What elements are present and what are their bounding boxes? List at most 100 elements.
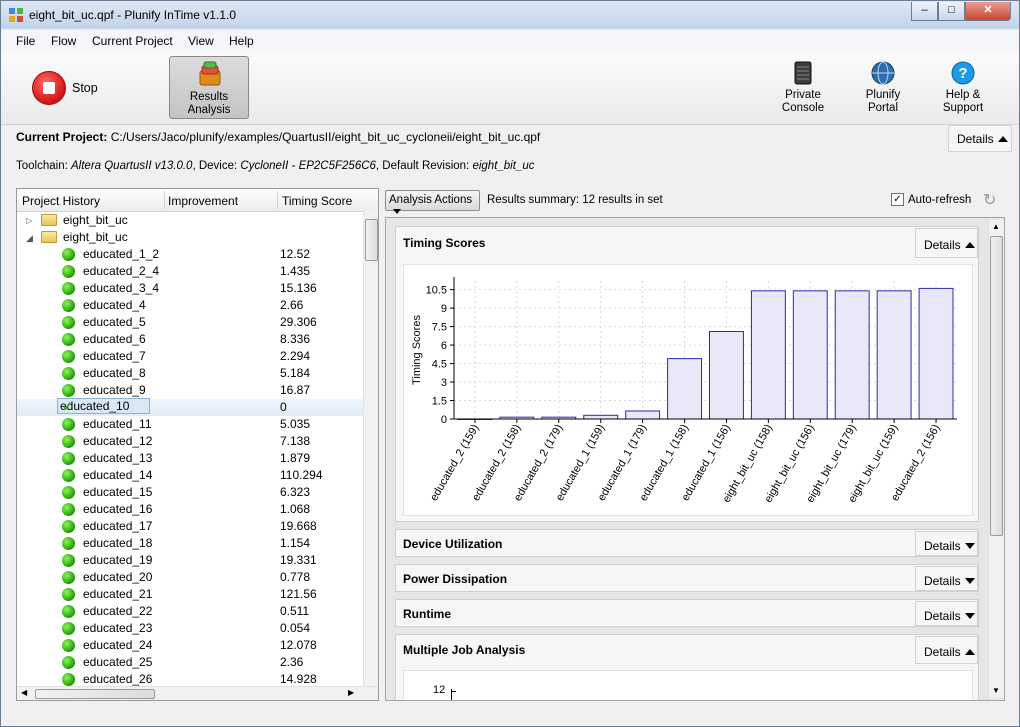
success-status-icon: [62, 503, 75, 516]
runtime-section[interactable]: Runtime Details: [395, 599, 979, 627]
table-row[interactable]: educated_17 19.668: [17, 518, 363, 535]
revision-value: eight_bit_uc: [472, 160, 535, 172]
timing-score-value: 0.054: [280, 621, 311, 635]
expand-arrow-icon[interactable]: ▷: [26, 216, 32, 225]
header-project-history[interactable]: Project History: [22, 194, 100, 208]
scroll-up-icon[interactable]: ▲: [992, 222, 1000, 231]
power-details-button[interactable]: Details: [915, 566, 978, 591]
runtime-details-button[interactable]: Details: [915, 601, 978, 626]
table-row[interactable]: educated_9 16.87: [17, 382, 363, 399]
timing-score-value: 12.52: [280, 247, 311, 261]
device-details-label: Details: [924, 539, 961, 553]
header-timing-score[interactable]: Timing Score: [282, 194, 352, 208]
menu-file[interactable]: File: [16, 34, 35, 48]
table-row[interactable]: educated_19 19.331: [17, 552, 363, 569]
history-horizontal-scrollbar[interactable]: ◀ ▶: [17, 686, 378, 700]
table-row[interactable]: educated_25 2.36: [17, 654, 363, 671]
project-details-label: Details: [957, 132, 994, 146]
table-row[interactable]: educated_16 1.068: [17, 501, 363, 518]
menu-help[interactable]: Help: [229, 34, 254, 48]
table-row[interactable]: educated_24 12.078: [17, 637, 363, 654]
result-name: educated_6: [83, 332, 146, 346]
scroll-down-icon[interactable]: ▼: [992, 686, 1000, 695]
help-icon: ?: [951, 61, 975, 85]
success-status-icon: [62, 520, 75, 533]
table-row[interactable]: educated_3_4 15.136: [17, 280, 363, 297]
globe-icon: [871, 61, 895, 85]
result-name: educated_22: [83, 604, 153, 618]
table-row[interactable]: educated_23 0.054: [17, 620, 363, 637]
table-row[interactable]: educated_21 121.56: [17, 586, 363, 603]
table-row[interactable]: educated_2_4 1.435: [17, 263, 363, 280]
table-row[interactable]: educated_18 1.154: [17, 535, 363, 552]
scroll-right-icon[interactable]: ▶: [348, 688, 354, 697]
bar: [834, 290, 870, 420]
success-status-icon: [62, 622, 75, 635]
table-row[interactable]: educated_22 0.511: [17, 603, 363, 620]
timing-score-value: 14.928: [280, 672, 317, 686]
table-row[interactable]: educated_6 8.336: [17, 331, 363, 348]
timing-score-value: 1.879: [280, 451, 311, 465]
timing-details-button[interactable]: Details: [915, 228, 978, 258]
timing-score-value: 7.138: [280, 434, 311, 448]
table-row[interactable]: educated_12 7.138: [17, 433, 363, 450]
timing-scores-title: Timing Scores: [403, 236, 486, 250]
collapse-arrow-icon[interactable]: ◢: [26, 233, 33, 244]
success-status-icon: [62, 367, 75, 380]
results-toolbar: Analysis Actions Results summary: 12 res…: [385, 189, 1005, 214]
table-row[interactable]: ✓ educated_10 0: [17, 398, 363, 416]
table-row[interactable]: educated_8 5.184: [17, 365, 363, 382]
header-improvement[interactable]: Improvement: [168, 194, 238, 208]
table-row[interactable]: educated_14 110.294: [17, 467, 363, 484]
tree-folder-row[interactable]: ◢ eight_bit_uc: [17, 229, 363, 246]
table-row[interactable]: educated_15 6.323: [17, 484, 363, 501]
device-details-button[interactable]: Details: [915, 531, 978, 556]
tree-folder-row[interactable]: ▷ eight_bit_uc: [17, 212, 363, 229]
private-console-label-1: Private: [785, 89, 821, 101]
history-vertical-scrollbar[interactable]: [363, 211, 378, 686]
power-dissipation-section[interactable]: Power Dissipation Details: [395, 564, 979, 592]
device-utilization-section[interactable]: Device Utilization Details: [395, 529, 979, 557]
title-bar: eight_bit_uc.qpf - Plunify InTime v1.1.0…: [1, 1, 1019, 29]
menu-current-project[interactable]: Current Project: [92, 34, 173, 48]
menu-view[interactable]: View: [188, 34, 214, 48]
result-name: educated_17: [83, 519, 153, 533]
multi-details-button[interactable]: Details: [915, 636, 978, 664]
stop-button[interactable]: Stop: [72, 82, 98, 95]
refresh-icon[interactable]: ↻: [983, 190, 996, 210]
result-name: educated_4: [83, 298, 146, 312]
y-tick-label: 1.5: [432, 396, 447, 408]
app-logo-icon: [9, 8, 23, 22]
scrollbar-thumb[interactable]: [365, 219, 378, 261]
table-row[interactable]: educated_13 1.879: [17, 450, 363, 467]
power-details-label: Details: [924, 574, 961, 588]
stop-icon[interactable]: [32, 71, 66, 105]
results-analysis-button[interactable]: Results Analysis: [169, 56, 249, 119]
table-row[interactable]: educated_5 29.306: [17, 314, 363, 331]
table-row[interactable]: educated_20 0.778: [17, 569, 363, 586]
maximize-button[interactable]: □: [938, 2, 965, 21]
timing-score-value: 1.068: [280, 502, 311, 516]
help-support-button[interactable]: ? Help & Support: [933, 61, 993, 115]
menu-flow[interactable]: Flow: [51, 34, 76, 48]
scroll-left-icon[interactable]: ◀: [21, 688, 27, 697]
close-button[interactable]: ✕: [965, 2, 1011, 21]
table-row[interactable]: educated_11 5.035: [17, 416, 363, 433]
table-row[interactable]: educated_4 2.66: [17, 297, 363, 314]
result-name: educated_3_4: [83, 281, 160, 295]
table-row[interactable]: educated_7 2.294: [17, 348, 363, 365]
table-row[interactable]: educated_1_2 12.52: [17, 246, 363, 263]
scrollbar-thumb[interactable]: [990, 236, 1003, 536]
minimize-button[interactable]: –: [911, 2, 938, 21]
success-status-icon: [62, 469, 75, 482]
analysis-actions-button[interactable]: Analysis Actions: [385, 190, 480, 214]
scrollbar-thumb[interactable]: [35, 689, 155, 699]
auto-refresh-checkbox[interactable]: ✓: [891, 193, 904, 206]
project-details-button[interactable]: Details: [948, 125, 1012, 152]
timing-scores-chart: 0 1.5 3 4.5 6 7.5 9 10.5 educated_2 (159) educate…: [403, 264, 973, 516]
private-console-button[interactable]: Private Console: [773, 61, 833, 115]
plunify-portal-button[interactable]: Plunify Portal: [853, 61, 913, 115]
results-vertical-scrollbar[interactable]: ▲ ▼: [988, 220, 1004, 698]
success-status-icon: [62, 265, 75, 278]
plunify-portal-label-2: Portal: [867, 102, 899, 114]
